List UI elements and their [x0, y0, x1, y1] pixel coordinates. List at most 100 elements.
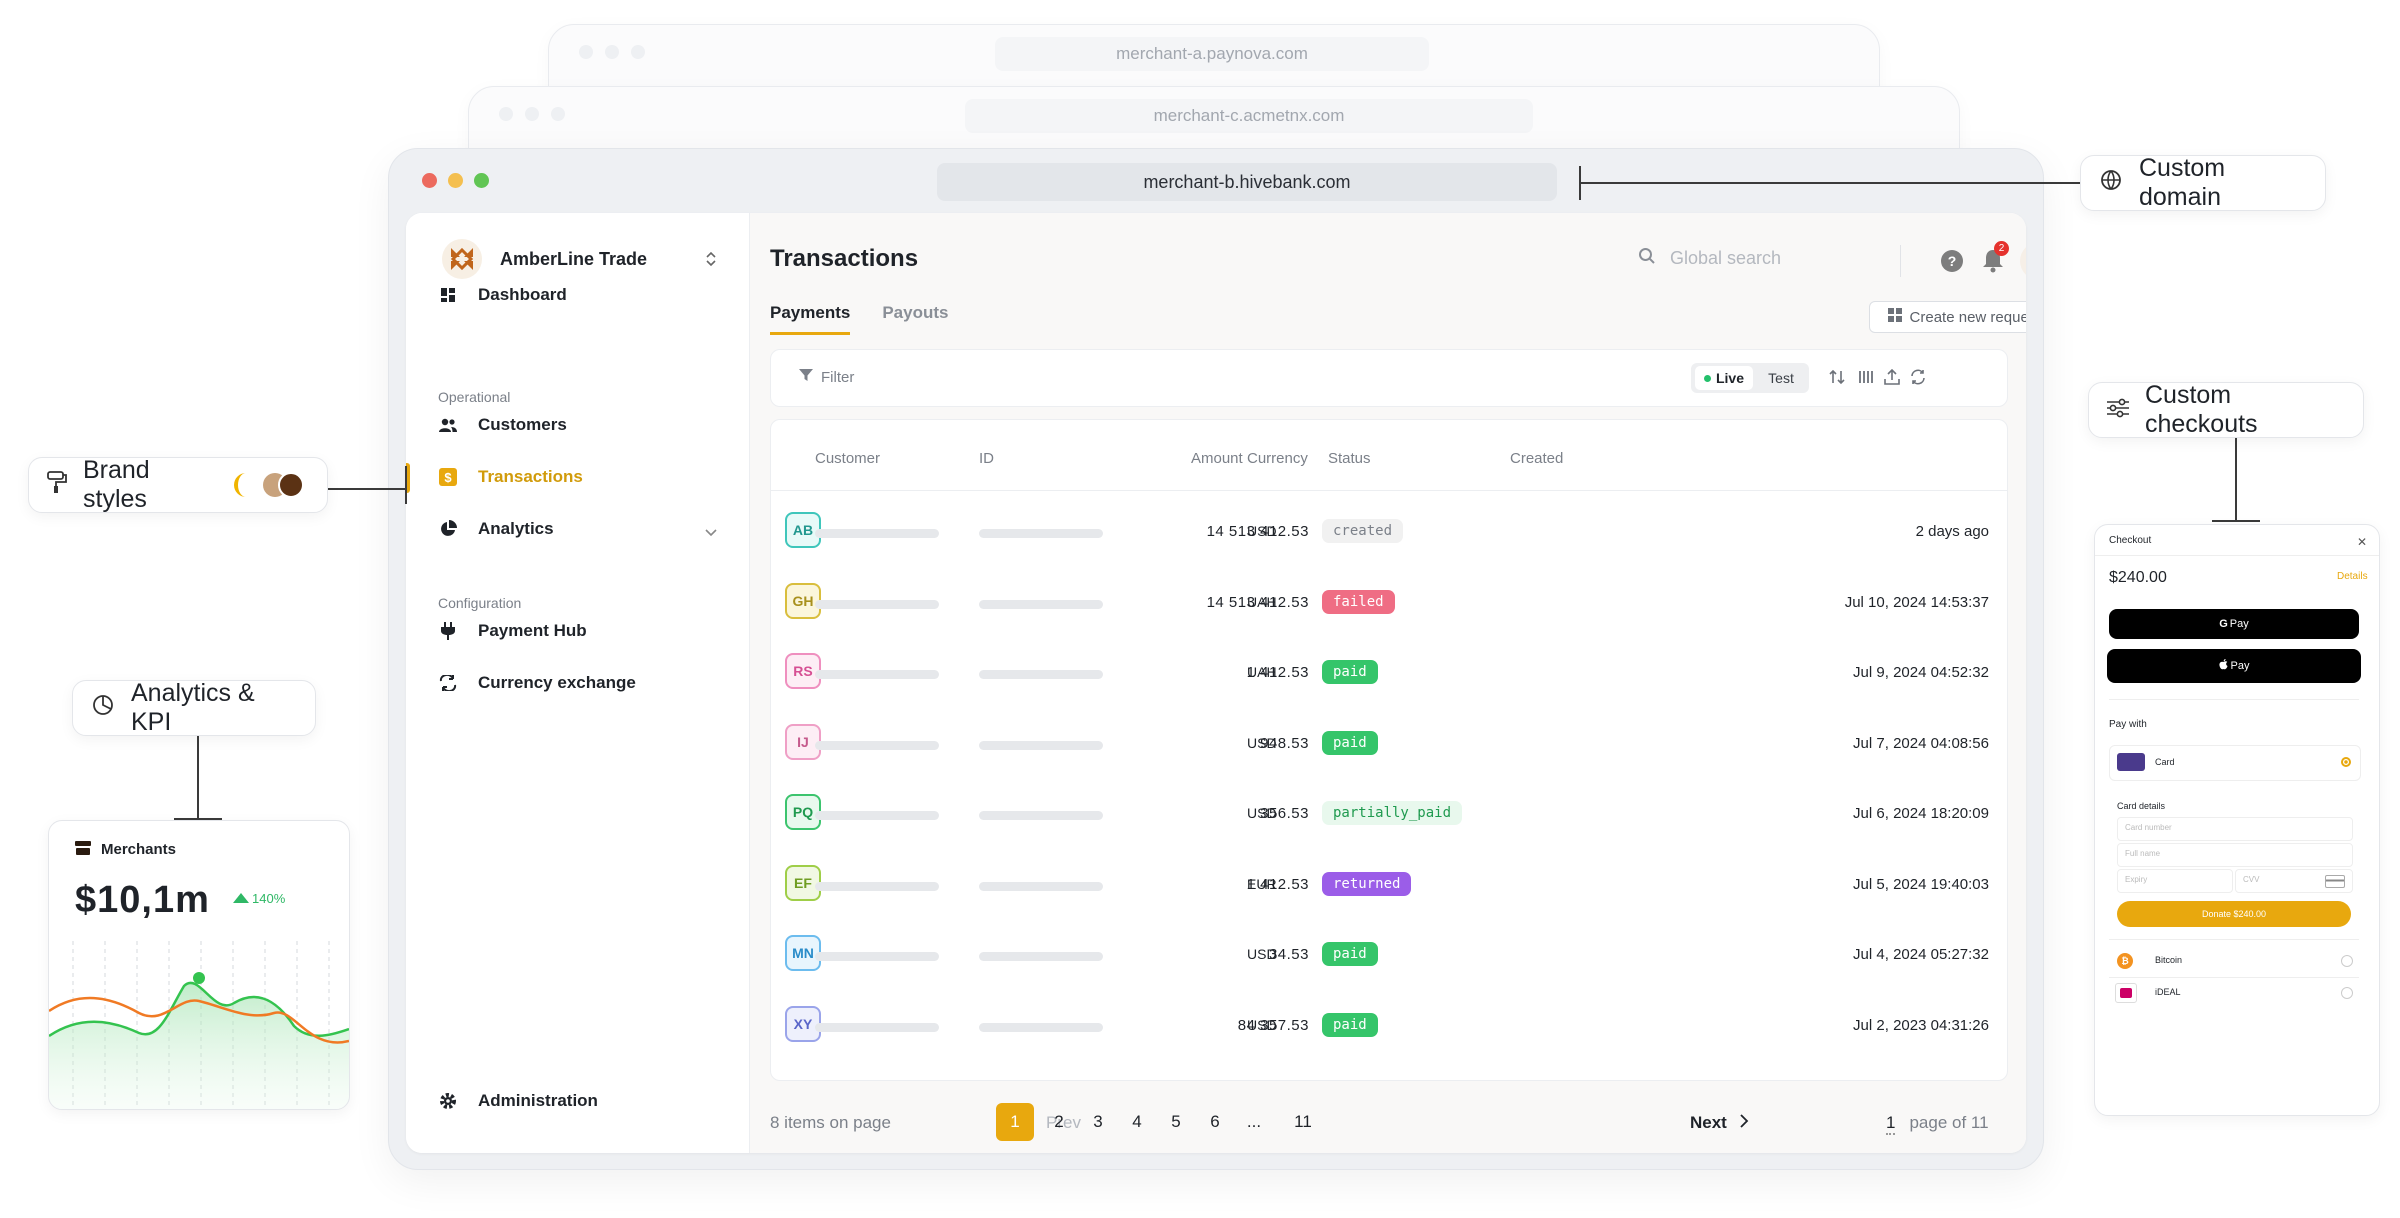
connector-line [2235, 438, 2237, 522]
close-dot[interactable] [422, 173, 437, 188]
donate-button[interactable]: Donate $240.00 [2117, 901, 2351, 927]
callout-custom-checkouts: Custom checkouts [2088, 381, 2364, 438]
avatar[interactable] [2020, 242, 2026, 280]
page-button[interactable]: 6 [1196, 1103, 1234, 1141]
chevron-down-icon[interactable] [704, 525, 718, 543]
sidebar-item-currency-exchange[interactable]: Currency exchange [438, 673, 636, 693]
divider [2095, 555, 2379, 556]
minimize-dot[interactable] [448, 173, 463, 188]
app-frame: AmberLine Trade Dashboard Operational Cu… [406, 213, 2026, 1153]
table-row[interactable]: XY 84 357.53 USD paid Jul 2, 2023 04:31:26 [771, 990, 2007, 1061]
page-button[interactable]: 2 [1040, 1103, 1078, 1141]
sidebar-item-label: Customers [478, 415, 567, 434]
brand-color-swatches [231, 470, 309, 500]
sort-icon[interactable] [1826, 366, 1848, 388]
close-icon[interactable]: ✕ [2357, 535, 2367, 549]
kpi-value: $10,1m [75, 879, 210, 921]
page-button[interactable]: 3 [1079, 1103, 1117, 1141]
columns-icon[interactable] [1855, 366, 1877, 388]
sidebar-item-payment-hub[interactable]: Payment Hub [438, 621, 587, 641]
chevron-updown-icon[interactable] [704, 249, 718, 272]
next-button[interactable]: Next [1690, 1113, 1749, 1133]
tab-payments[interactable]: Payments [770, 303, 851, 335]
connector-line [1580, 182, 2080, 184]
plug-icon [438, 621, 458, 641]
page-button[interactable]: 4 [1118, 1103, 1156, 1141]
status-badge: paid [1322, 730, 1378, 755]
sidebar-item-analytics[interactable]: Analytics [438, 519, 554, 539]
table-row[interactable]: GH 14 513 412.53 UAH failed Jul 10, 2024 14:… [771, 567, 2007, 638]
page-button[interactable]: 11 [1284, 1103, 1322, 1141]
table-row[interactable]: PQ 356.53 USD partially_paid Jul 6, 2024 18:… [771, 778, 2007, 849]
table-row[interactable]: RS 1 412.53 UAH paid Jul 9, 2024 04:52:32 [771, 637, 2007, 708]
customer-name-placeholder [815, 529, 939, 538]
customer-name-placeholder [815, 881, 939, 891]
create-request-button[interactable]: Create new request [1869, 301, 2026, 333]
bitcoin-label: Bitcoin [2155, 955, 2183, 965]
column-header-currency[interactable]: Currency [1247, 450, 1308, 467]
id-placeholder [979, 881, 1103, 891]
page-button[interactable]: 5 [1157, 1103, 1195, 1141]
dashboard-icon [438, 285, 458, 305]
mode-toggle[interactable]: Live Test [1691, 363, 1809, 393]
table-row[interactable]: IJ 948.53 USD paid Jul 7, 2024 04:08:56 [771, 708, 2007, 779]
status-badge: failed [1322, 589, 1395, 614]
gear-icon [438, 1091, 458, 1111]
analytics-card: Merchants $10,1m 140% [48, 820, 350, 1110]
apple-pay-button[interactable]: Pay [2107, 649, 2361, 683]
export-icon[interactable] [1881, 366, 1903, 388]
connector-line [2212, 520, 2260, 522]
search-placeholder: Global search [1670, 248, 1782, 268]
ideal-radio[interactable] [2341, 987, 2353, 999]
status-badge: paid [1322, 660, 1378, 684]
current-page-input[interactable]: 1 [1886, 1113, 1896, 1135]
google-g-icon: G [2219, 618, 2228, 630]
created-cell: Jul 7, 2024 04:08:56 [1853, 734, 1989, 752]
help-icon[interactable]: ? [1940, 249, 1964, 278]
card-option[interactable] [2109, 745, 2361, 781]
brand-name: AmberLine Trade [500, 248, 648, 269]
tab-payouts[interactable]: Payouts [882, 303, 948, 335]
created-cell: Jul 9, 2024 04:52:32 [1853, 664, 1989, 681]
page-button[interactable]: 1 [996, 1103, 1034, 1141]
card-number-placeholder: Card number [2125, 823, 2172, 832]
sliders-icon [2107, 396, 2129, 425]
table-row[interactable]: EF 1 412.53 EUR returned Jul 5, 2024 19:40:0… [771, 849, 2007, 920]
tab-bar: Payments Payouts [770, 303, 948, 335]
brand-switcher[interactable]: AmberLine Trade [442, 239, 647, 279]
column-header-customer[interactable]: Customer [815, 450, 880, 467]
google-pay-button[interactable]: G Pay [2109, 609, 2359, 639]
table-row[interactable]: MN 34.53 USD paid Jul 4, 2024 05:27:32 [771, 919, 2007, 990]
sidebar-item-dashboard[interactable]: Dashboard [438, 285, 567, 305]
sidebar-item-customers[interactable]: Customers [438, 415, 567, 435]
table-toolbar: Filter Live Test [770, 349, 2008, 407]
bell-icon[interactable]: 2 [1981, 241, 2009, 278]
column-header-status[interactable]: Status [1328, 450, 1371, 467]
url-bar[interactable]: merchant-b.hivebank.com [937, 163, 1557, 201]
currency-cell: EUR [1247, 875, 1277, 892]
id-placeholder [979, 811, 1103, 820]
bitcoin-radio[interactable] [2341, 955, 2353, 967]
filter-button[interactable]: Filter [799, 368, 854, 386]
connector-line [405, 466, 407, 504]
column-header-id[interactable]: ID [979, 450, 994, 467]
card-icon [2117, 753, 2145, 771]
window-controls [579, 45, 645, 59]
card-radio-selected[interactable] [2341, 757, 2351, 767]
exchange-icon [438, 673, 458, 693]
test-mode[interactable]: Test [1753, 370, 1809, 386]
refresh-icon[interactable] [1907, 366, 1929, 388]
created-cell: Jul 10, 2024 14:53:37 [1844, 593, 1989, 611]
sidebar-item-administration[interactable]: Administration [438, 1091, 598, 1111]
callout-label: Custom checkouts [2145, 381, 2258, 438]
column-header-amount[interactable]: Amount [1191, 450, 1243, 467]
column-header-created[interactable]: Created [1510, 450, 1563, 467]
full-name-placeholder: Full name [2125, 849, 2161, 858]
details-link[interactable]: Details [2337, 571, 2368, 582]
table-row[interactable]: AB 14 513 412.53 USD created 2 days ago [771, 496, 2007, 567]
global-search[interactable]: Global search [1638, 247, 1781, 270]
google-pay-label: Pay [2229, 618, 2249, 630]
sidebar-item-transactions[interactable]: $ Transactions [438, 467, 583, 487]
live-mode[interactable]: Live [1695, 366, 1753, 390]
maximize-dot[interactable] [474, 173, 489, 188]
